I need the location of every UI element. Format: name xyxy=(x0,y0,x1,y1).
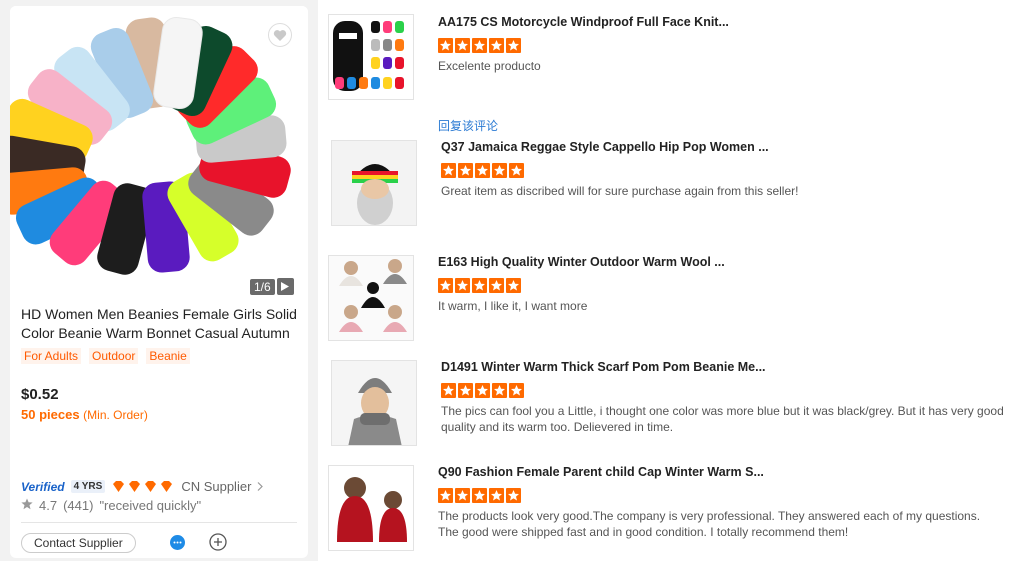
product-card[interactable]: 1/6 HD Women Men Beanies Female Girls So… xyxy=(10,6,308,558)
play-icon[interactable] xyxy=(276,278,294,295)
scarf-beanie-image xyxy=(332,361,416,445)
image-counter: 1/6 xyxy=(250,278,294,295)
star-rating-icon xyxy=(441,163,524,178)
review-product-title[interactable]: E163 High Quality Winter Outdoor Warm Wo… xyxy=(438,255,1003,269)
review-stars xyxy=(441,383,1006,398)
product-price: $0.52 xyxy=(21,386,59,403)
review-product-title[interactable]: AA175 CS Motorcycle Windproof Full Face … xyxy=(438,15,1003,29)
supplier-info[interactable]: Verified 4 YRS CN Supplier xyxy=(21,479,264,494)
divider xyxy=(21,522,297,523)
review-content: Q37 Jamaica Reggae Style Cappello Hip Po… xyxy=(441,140,1006,199)
star-icon xyxy=(21,498,33,513)
review-text: The pics can fool you a Little, i though… xyxy=(441,404,1004,434)
product-title[interactable]: HD Women Men Beanies Female Girls Solid … xyxy=(21,305,301,343)
review-thumbnail[interactable] xyxy=(331,360,417,446)
diamond-rating-icon xyxy=(111,480,175,493)
reply-to-review-link[interactable]: 回复该评论 xyxy=(438,117,498,134)
review-thumbnail[interactable] xyxy=(331,140,417,226)
pompom-hats-image xyxy=(329,256,413,340)
favorite-heart-icon[interactable] xyxy=(268,23,292,47)
review-content: E163 High Quality Winter Outdoor Warm Wo… xyxy=(438,255,1003,314)
min-order-qty: 50 pieces xyxy=(21,407,80,422)
review-quote: "received quickly" xyxy=(99,498,202,513)
review-product-title[interactable]: D1491 Winter Warm Thick Scarf Pom Pom Be… xyxy=(441,360,1006,374)
review-stars xyxy=(438,488,1003,503)
beanies-fan-image xyxy=(10,16,291,275)
star-rating-icon xyxy=(438,278,521,293)
chat-icon[interactable] xyxy=(169,534,186,556)
min-order-label: (Min. Order) xyxy=(83,408,148,422)
tag-beanie[interactable]: Beanie xyxy=(146,348,190,364)
parent-child-hats-image xyxy=(329,466,413,550)
review-thumbnail[interactable] xyxy=(328,14,414,100)
rating-row: 4.7 (441) "received quickly" xyxy=(21,498,201,513)
review-content: AA175 CS Motorcycle Windproof Full Face … xyxy=(438,15,1003,74)
review-content: D1491 Winter Warm Thick Scarf Pom Pom Be… xyxy=(441,360,1006,435)
star-rating-icon xyxy=(438,488,521,503)
review-stars xyxy=(438,38,1003,53)
review-text: The products look very good.The company … xyxy=(438,509,981,539)
product-image[interactable]: 1/6 xyxy=(10,6,308,304)
star-rating-icon xyxy=(438,38,521,53)
tag-for-adults[interactable]: For Adults xyxy=(21,348,82,364)
review-content: Q90 Fashion Female Parent child Cap Wint… xyxy=(438,465,1003,540)
review-stars xyxy=(438,278,1003,293)
review-text: Excelente producto xyxy=(438,59,541,73)
image-counter-text: 1/6 xyxy=(250,278,275,295)
review-text: Great item as discribed will for sure pu… xyxy=(441,184,799,198)
years-badge: 4 YRS xyxy=(70,480,106,493)
product-tags: For Adults Outdoor Beanie xyxy=(21,348,190,364)
review-product-title[interactable]: Q37 Jamaica Reggae Style Cappello Hip Po… xyxy=(441,140,1006,154)
chevron-right-icon xyxy=(257,479,264,494)
rating-value: 4.7 xyxy=(39,498,58,513)
reviews-panel: AA175 CS Motorcycle Windproof Full Face … xyxy=(318,0,1011,561)
review-stars xyxy=(441,163,1006,178)
contact-supplier-button[interactable]: Contact Supplier xyxy=(21,533,136,553)
verified-badge: Verified xyxy=(21,479,65,494)
rating-count: (441) xyxy=(63,498,94,513)
review-thumbnail[interactable] xyxy=(328,465,414,551)
review-text: It warm, I like it, I want more xyxy=(438,299,588,313)
review-product-title[interactable]: Q90 Fashion Female Parent child Cap Wint… xyxy=(438,465,1003,479)
tag-outdoor[interactable]: Outdoor xyxy=(89,348,139,364)
star-rating-icon xyxy=(441,383,524,398)
min-order: 50 pieces (Min. Order) xyxy=(21,407,148,422)
review-thumbnail[interactable] xyxy=(328,255,414,341)
supplier-country: CN Supplier xyxy=(181,479,252,494)
balaclava-image xyxy=(333,21,404,91)
reggae-hat-image xyxy=(332,141,416,225)
page: 1/6 HD Women Men Beanies Female Girls So… xyxy=(0,0,1011,561)
add-icon[interactable] xyxy=(209,533,227,556)
